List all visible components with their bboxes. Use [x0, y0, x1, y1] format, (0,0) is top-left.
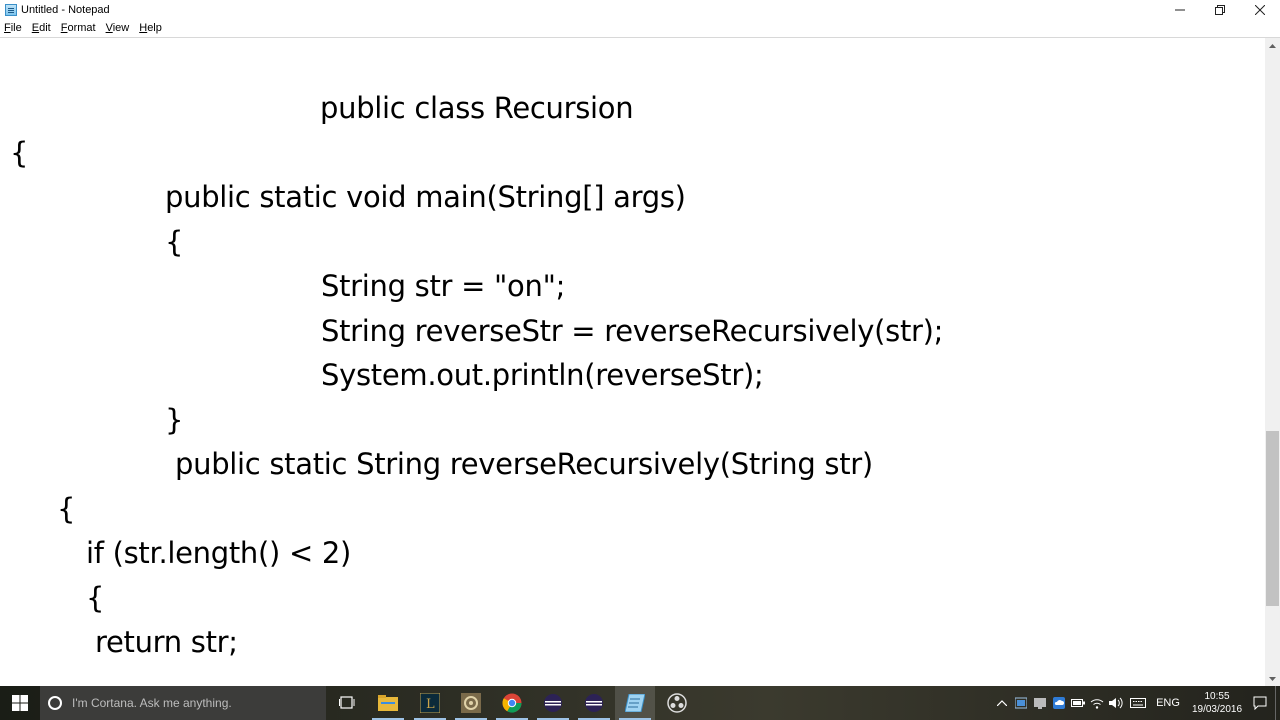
action-center-button[interactable]	[1245, 686, 1275, 720]
keyboard-button[interactable]	[1125, 686, 1151, 720]
task-view-button[interactable]	[327, 686, 367, 720]
code-line: {	[165, 225, 184, 259]
windows-logo-icon	[12, 695, 28, 711]
volume-button[interactable]	[1106, 686, 1125, 720]
menu-help[interactable]: Help	[134, 20, 167, 37]
cortana-icon	[48, 696, 62, 710]
language-indicator[interactable]: ENG	[1151, 697, 1185, 709]
code-line: {	[86, 581, 105, 615]
title-bar: Untitled - Notepad	[0, 0, 1280, 20]
taskbar-league-of-legends[interactable]: L	[410, 686, 450, 720]
menu-bar: File Edit Format View Help	[0, 20, 1280, 38]
code-line: String str = "on";	[321, 269, 566, 303]
vertical-scrollbar[interactable]	[1265, 38, 1280, 686]
chrome-icon	[502, 693, 522, 713]
restore-button[interactable]	[1200, 0, 1240, 20]
network-button[interactable]	[1087, 686, 1106, 720]
close-button[interactable]	[1240, 0, 1280, 20]
start-button[interactable]	[0, 686, 40, 720]
scroll-up-button[interactable]	[1265, 38, 1280, 53]
chevron-up-icon	[1269, 43, 1276, 48]
taskbar-obs[interactable]	[657, 686, 697, 720]
tray-display-icon	[1033, 698, 1046, 709]
menu-format-label: ormat	[67, 22, 96, 34]
system-tray: ENG 10:55 19/03/2016	[992, 686, 1280, 720]
folder-icon	[378, 695, 398, 711]
menu-file-label: ile	[10, 22, 22, 34]
minimize-button[interactable]	[1160, 0, 1200, 20]
chevron-down-icon	[1269, 676, 1276, 681]
code-line: public static String reverseRecursively(…	[175, 447, 873, 481]
menu-format[interactable]: Format	[56, 20, 101, 37]
battery-icon	[1070, 699, 1085, 707]
taskbar-notepad[interactable]	[615, 686, 655, 720]
league-of-legends-icon: L	[420, 693, 440, 713]
tray-app-1[interactable]	[1011, 686, 1030, 720]
speaker-icon	[1108, 697, 1123, 709]
code-line: {	[57, 492, 76, 526]
minimize-icon	[1175, 9, 1185, 11]
taskbar-app-gear[interactable]	[451, 686, 491, 720]
tray-cloud-icon	[1052, 697, 1065, 709]
tray-overflow-button[interactable]	[992, 686, 1011, 720]
scroll-thumb[interactable]	[1266, 431, 1279, 606]
taskbar: I'm Cortana. Ask me anything. L ENG 10:5…	[0, 686, 1280, 720]
restore-icon	[1215, 5, 1225, 15]
text-editor[interactable]: public class Recursion { public static v…	[0, 38, 1265, 686]
code-line: String reverseStr = reverseRecursively(s…	[321, 314, 944, 348]
keyboard-icon	[1130, 698, 1146, 708]
task-view-icon	[339, 696, 355, 709]
obs-icon	[667, 693, 687, 713]
menu-file-mnemonic: F	[4, 22, 11, 34]
wifi-icon	[1090, 699, 1103, 709]
clock[interactable]: 10:55 19/03/2016	[1189, 690, 1245, 716]
menu-edit-label: dit	[39, 22, 51, 34]
tray-window-icon	[1014, 697, 1027, 709]
menu-view-mnemonic: V	[105, 22, 113, 34]
menu-edit[interactable]: Edit	[27, 20, 56, 37]
menu-help-label: elp	[147, 22, 162, 34]
show-desktop-button[interactable]	[1275, 686, 1280, 720]
eclipse-icon	[544, 694, 562, 712]
notification-icon	[1253, 696, 1267, 710]
scroll-down-button[interactable]	[1265, 671, 1280, 686]
code-line: System.out.println(reverseStr);	[321, 358, 764, 392]
notepad-icon	[5, 4, 17, 16]
taskbar-file-explorer[interactable]	[368, 686, 408, 720]
tray-app-3[interactable]	[1049, 686, 1068, 720]
code-line: }	[165, 403, 184, 437]
window-title: Untitled - Notepad	[21, 4, 110, 16]
chevron-up-icon	[996, 700, 1007, 706]
notepad-icon	[625, 694, 645, 712]
close-icon	[1255, 5, 1265, 15]
taskbar-eclipse-2[interactable]	[574, 686, 614, 720]
code-line: {	[10, 136, 29, 170]
clock-time: 10:55	[1204, 691, 1230, 702]
battery-button[interactable]	[1068, 686, 1087, 720]
svg-text:L: L	[426, 697, 435, 712]
clock-date: 19/03/2016	[1191, 704, 1243, 715]
search-placeholder: I'm Cortana. Ask me anything.	[72, 696, 232, 710]
menu-view[interactable]: View	[101, 20, 135, 37]
taskbar-eclipse[interactable]	[533, 686, 573, 720]
code-line: public class Recursion	[320, 91, 634, 125]
code-line: if (str.length() < 2)	[86, 536, 352, 570]
menu-view-label: iew	[112, 22, 130, 34]
window-controls	[1160, 0, 1280, 20]
eclipse-icon	[585, 694, 603, 712]
code-line: return str;	[95, 625, 238, 659]
menu-help-mnemonic: H	[139, 22, 148, 34]
cortana-search-box[interactable]: I'm Cortana. Ask me anything.	[40, 686, 326, 720]
code-line: public static void main(String[] args)	[165, 180, 686, 214]
tray-app-2[interactable]	[1030, 686, 1049, 720]
taskbar-chrome[interactable]	[492, 686, 532, 720]
menu-edit-mnemonic: E	[31, 22, 40, 34]
menu-file[interactable]: File	[0, 20, 27, 37]
gear-app-icon	[461, 693, 481, 713]
